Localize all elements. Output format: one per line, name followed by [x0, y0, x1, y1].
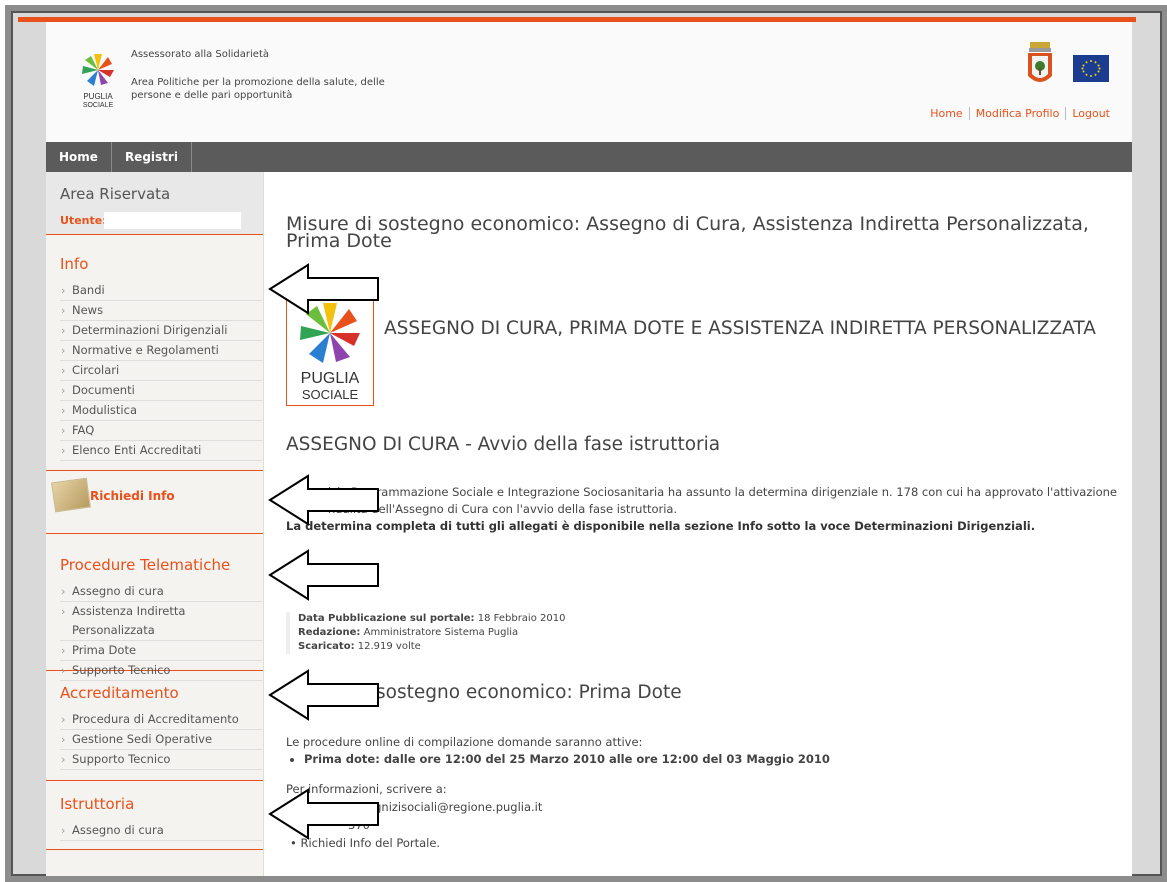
info-title: Info: [60, 255, 89, 273]
area-riservata-title: Area Riservata: [60, 185, 171, 203]
sidebar-item-news[interactable]: News: [60, 301, 262, 321]
procedure-section: Procedure Telematiche Assegno di cura As…: [46, 534, 263, 681]
area-line-1: Area Politiche per la promozione della s…: [131, 77, 385, 88]
meta-label-redazione: Redazione:: [298, 627, 361, 638]
sidebar-item-prima-dote[interactable]: Prima Dote: [60, 641, 262, 661]
info-menu: Bandi News Determinazioni Dirigenziali N…: [46, 281, 263, 461]
accreditamento-menu: Procedura di Accreditamento Gestione Sed…: [46, 710, 263, 770]
svg-text:PUGLIA: PUGLIA: [83, 92, 113, 101]
regione-puglia-crest-icon: [1028, 42, 1052, 82]
istruttoria-menu: Assegno di cura: [46, 821, 263, 841]
section1-title: ASSEGNO DI CURA - Avvio della fase istru…: [286, 434, 721, 455]
para-line-1: Servizio Programmazione Sociale e Integr…: [302, 485, 1117, 499]
area-riservata-box: Area Riservata Utente:: [46, 172, 263, 235]
procedure-bullet: Prima dote: dalle ore 12:00 del 25 Marzo…: [304, 752, 830, 766]
procedure-text: Le procedure online di compilazione doma…: [286, 734, 830, 768]
sidebar: Area Riservata Utente: Info Bandi News D…: [46, 172, 264, 876]
user-field: [104, 212, 241, 229]
procedure-list: Prima dote: dalle ore 12:00 del 25 Marzo…: [286, 751, 830, 768]
page-title: Misure di sostegno economico: Assegno di…: [286, 213, 1089, 252]
procedure-menu: Assegno di cura Assistenza Indiretta Per…: [46, 582, 263, 681]
envelope-icon: [51, 477, 91, 513]
nav-home[interactable]: Home: [46, 142, 112, 172]
meta-value-date: 18 Febbraio 2010: [477, 613, 566, 624]
svg-text:PUGLIA: PUGLIA: [301, 370, 360, 387]
meta-label-scaricato: Scaricato:: [298, 641, 355, 652]
home-link[interactable]: Home: [924, 107, 970, 120]
page: PUGLIA SOCIALE Assessorato alla Solidari…: [46, 22, 1132, 876]
sidebar-item-circolari[interactable]: Circolari: [60, 361, 262, 381]
main-nav: Home Registri: [46, 142, 1132, 172]
para-line-2: nualità dell'Assegno di Cura con l'avvio…: [328, 502, 678, 516]
svg-text:SOCIALE: SOCIALE: [302, 387, 359, 402]
richiedi-info-button[interactable]: Richiedi Info: [46, 471, 263, 534]
nav-registri[interactable]: Registri: [112, 142, 192, 172]
annotation-arrow-4: [268, 669, 379, 721]
annotation-arrow-2: [268, 474, 379, 526]
main-content: Misure di sostegno economico: Assegno di…: [264, 172, 1132, 876]
annotation-arrow-5: [268, 788, 379, 840]
para-bold-line: La determina completa di tutti gli alleg…: [286, 519, 1036, 533]
info-section: Info Bandi News Determinazioni Dirigenzi…: [46, 235, 263, 471]
sidebar-item-assistenza[interactable]: Assistenza Indiretta Personalizzata: [60, 602, 262, 641]
meta-label-date: Data Pubblicazione sul portale:: [298, 613, 475, 624]
puglia-sociale-logo[interactable]: PUGLIA SOCIALE: [76, 50, 120, 110]
istruttoria-section: Istruttoria Assegno di cura: [46, 781, 263, 850]
publication-meta: Data Pubblicazione sul portale: 18 Febbr…: [286, 612, 565, 654]
meta-value-redazione: Amministratore Sistema Puglia: [363, 627, 519, 638]
top-links: Home Modifica Profilo Logout: [924, 107, 1110, 120]
section1-body: Servizio Programmazione Sociale e Integr…: [286, 484, 1126, 535]
meta-value-scaricato: 12.919 volte: [357, 641, 421, 652]
sidebar-item-procedura-accreditamento[interactable]: Procedura di Accreditamento: [60, 710, 262, 730]
area-line-2: persone e delle pari opportunità: [131, 90, 293, 101]
modifica-profilo-link[interactable]: Modifica Profilo: [969, 107, 1067, 120]
main-heading: ASSEGNO DI CURA, PRIMA DOTE E ASSISTENZA…: [384, 318, 1096, 339]
sidebar-item-gestione-sedi[interactable]: Gestione Sedi Operative: [60, 730, 262, 750]
sidebar-item-assegno-cura[interactable]: Assegno di cura: [60, 582, 262, 602]
sidebar-item-normative[interactable]: Normative e Regolamenti: [60, 341, 262, 361]
section2-title: sostegno economico: Prima Dote: [376, 682, 682, 703]
sidebar-item-modulistica[interactable]: Modulistica: [60, 401, 262, 421]
assessorato-text: Assessorato alla Solidarietà: [131, 49, 269, 60]
istruttoria-title: Istruttoria: [60, 795, 135, 813]
sidebar-item-determinazioni[interactable]: Determinazioni Dirigenziali: [60, 321, 262, 341]
annotation-arrow-3: [268, 549, 379, 601]
procedure-title: Procedure Telematiche: [60, 556, 231, 574]
header: PUGLIA SOCIALE Assessorato alla Solidari…: [46, 22, 1132, 143]
sidebar-item-supporto-tecnico-2[interactable]: Supporto Tecnico: [60, 750, 262, 770]
sidebar-item-faq[interactable]: FAQ: [60, 421, 262, 441]
sidebar-item-bandi[interactable]: Bandi: [60, 281, 262, 301]
sidebar-item-elenco-enti[interactable]: Elenco Enti Accreditati: [60, 441, 262, 461]
sidebar-item-istruttoria-assegno[interactable]: Assegno di cura: [60, 821, 262, 841]
logout-link[interactable]: Logout: [1066, 107, 1110, 120]
user-label: Utente:: [60, 214, 107, 227]
richiedi-info-label: Richiedi Info: [90, 489, 175, 503]
eu-flag-icon: [1073, 55, 1109, 82]
svg-text:SOCIALE: SOCIALE: [83, 102, 114, 109]
area-text: Area Politiche per la promozione della s…: [131, 76, 401, 102]
procedure-intro: Le procedure online di compilazione doma…: [286, 735, 643, 749]
sidebar-item-documenti[interactable]: Documenti: [60, 381, 262, 401]
accreditamento-section: Accreditamento Procedura di Accreditamen…: [46, 671, 263, 781]
accreditamento-title: Accreditamento: [60, 684, 179, 702]
annotation-arrow-1: [268, 263, 379, 315]
